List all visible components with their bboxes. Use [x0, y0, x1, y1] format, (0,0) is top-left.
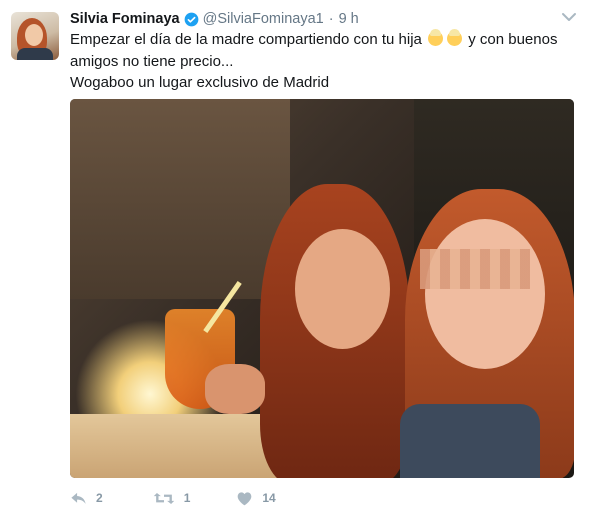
tweet-text: Empezar el día de la madre compartiendo …: [70, 29, 570, 94]
avatar-face: [25, 24, 43, 46]
photo-person-girl-face: [425, 219, 545, 369]
author-name[interactable]: Silvia Fominaya: [70, 11, 180, 27]
tweet-text-line-3: Wogaboo un lugar exclusivo de Madrid: [70, 74, 330, 91]
retweet-button[interactable]: 1: [153, 491, 191, 506]
tweet-text-segment: Empezar el día de la madre compartiendo …: [70, 31, 422, 48]
reply-count: 2: [96, 491, 103, 505]
like-button[interactable]: 14: [236, 491, 276, 506]
chevron-down-icon[interactable]: [560, 10, 578, 24]
tweet-timestamp[interactable]: 9 h: [339, 11, 359, 27]
tweet-header: Silvia Fominaya @SilviaFominaya1 · 9 h: [70, 9, 359, 29]
photo-person-woman-face: [295, 229, 390, 349]
reply-icon: [71, 492, 86, 504]
avatar[interactable]: [11, 12, 59, 60]
older-person-emoji: [447, 29, 463, 46]
separator-dot: ·: [328, 11, 334, 27]
tweet-actions: 2 1 14: [70, 487, 306, 509]
photo-background-wall: [70, 99, 290, 299]
retweet-icon: [153, 492, 174, 504]
retweet-count: 1: [183, 491, 191, 505]
author-handle[interactable]: @SilviaFominaya1: [203, 11, 324, 27]
photo-person-girl-shirt: [400, 404, 540, 478]
avatar-shirt: [17, 48, 53, 60]
heart-icon: [238, 491, 252, 505]
reply-button[interactable]: 2: [70, 491, 103, 506]
tweet-photo[interactable]: [70, 99, 574, 478]
verified-badge-icon: [184, 12, 199, 27]
tweet-card: Silvia Fominaya @SilviaFominaya1 · 9 h E…: [0, 0, 590, 515]
tweet-text-segment: y con buenos: [468, 31, 558, 48]
person-blond-emoji: [428, 29, 444, 46]
like-count: 14: [262, 491, 276, 505]
photo-pixelated-eyes: [420, 249, 530, 289]
tweet-text-line-2: amigos no tiene precio...: [70, 52, 234, 70]
tweet-text-line-1: Empezar el día de la madre compartiendo …: [70, 29, 570, 51]
photo-hand: [205, 364, 265, 414]
